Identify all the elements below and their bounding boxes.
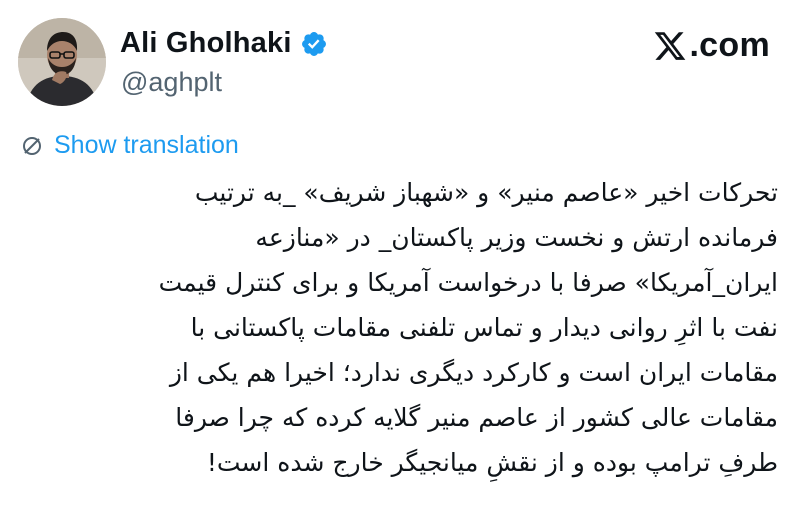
tweet-line: مقامات عالی کشور از عاصم منیر گلایه کرده… [175,403,778,432]
tweet-line: فرمانده ارتش و نخست وزیر پاکستان_ در «من… [255,223,778,252]
avatar[interactable] [18,18,106,106]
tweet-line: نفت با اثرِ روانی دیدار و تماس تلفنی مقا… [190,313,778,342]
x-com-brand[interactable]: .com [653,26,770,65]
tweet-line: طرفِ ترامپ بوده و از نقشِ میانجیگر خارج … [206,448,778,477]
author-display-name[interactable]: Ali Gholhaki [120,27,292,60]
verified-badge-icon [301,31,326,56]
author-handle[interactable]: @aghplt [121,67,222,98]
tweet-card: Ali Gholhaki @aghplt .com Show translati… [0,0,800,526]
tweet-line: مقامات ایران است و کارکرد دیگری ندارد؛ ا… [169,358,778,387]
avatar-photo [18,18,106,106]
x-logo-icon [655,31,686,60]
globe-icon [23,136,41,155]
tweet-text: تحرکات اخیر «عاصم منیر» و «شهباز شریف» _… [20,170,778,485]
show-translation-button[interactable]: Show translation [20,131,239,160]
author-name-row[interactable]: Ali Gholhaki [120,27,328,60]
x-com-label: .com [689,26,770,64]
show-translation-label[interactable]: Show translation [54,131,239,160]
tweet-line: ایران_آمریکا» صرفا با درخواست آمریکا و ب… [158,268,778,297]
tweet-line: تحرکات اخیر «عاصم منیر» و «شهباز شریف» _… [194,178,778,207]
